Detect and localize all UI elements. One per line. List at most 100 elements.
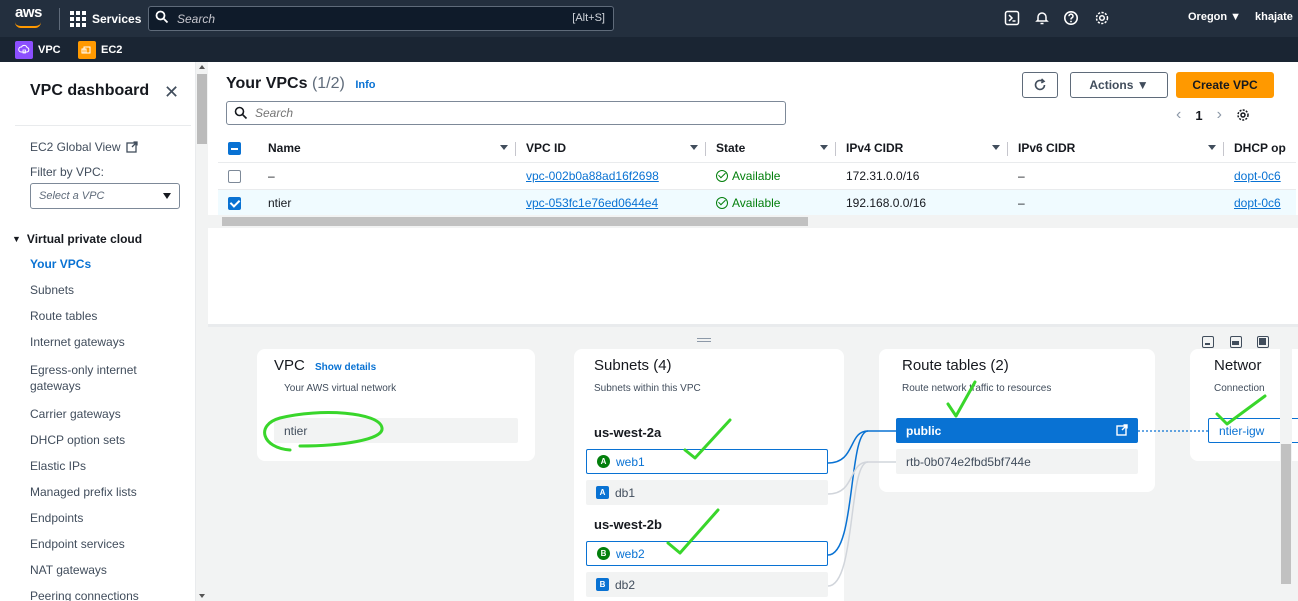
chevron-right-icon[interactable]: › — [1217, 106, 1222, 124]
sidebar-item-carrier-gateways[interactable]: Carrier gateways — [30, 402, 190, 428]
scroll-down-icon[interactable] — [199, 594, 205, 598]
panel-maximize-icon[interactable] — [1257, 336, 1269, 348]
route-tables-column-subtitle: Route network traffic to resources — [902, 383, 1052, 394]
sidebar-item-your-vpcs[interactable]: Your VPCs — [30, 252, 190, 278]
column-header-name[interactable]: Name — [256, 135, 516, 163]
select-all-cell[interactable] — [218, 135, 256, 163]
vpc-column: VPC Show details Your AWS virtual networ… — [257, 349, 535, 461]
vpc-search-input[interactable] — [255, 105, 655, 121]
vpc-search[interactable] — [226, 101, 786, 125]
sidebar-scrollbar[interactable] — [196, 62, 208, 601]
chevron-left-icon[interactable]: ‹ — [1176, 106, 1181, 124]
subnet-node-db2[interactable]: B db2 — [586, 572, 828, 597]
column-header-ipv4-cidr[interactable]: IPv4 CIDR — [836, 135, 1008, 163]
az-b-badge-icon: B — [596, 578, 609, 591]
subnet-node-web2[interactable]: B web2 — [586, 541, 828, 566]
scroll-up-icon[interactable] — [199, 65, 205, 69]
account-menu[interactable]: khajate — [1255, 11, 1293, 23]
cell-name: – — [256, 162, 516, 190]
table-row[interactable]: ntier vpc-053fc1e76ed0644e4 Available 19… — [218, 188, 1296, 217]
sidebar-item-egress-only-internet-gateways[interactable]: Egress-only internet gateways — [30, 356, 150, 402]
dhcp-link[interactable]: dopt-0c6 — [1234, 196, 1281, 210]
sidebar-item-route-tables[interactable]: Route tables — [30, 304, 190, 330]
scroll-thumb[interactable] — [197, 74, 207, 144]
column-label: DHCP op — [1234, 141, 1286, 156]
nav-divider — [59, 8, 60, 30]
row-select-cell[interactable] — [218, 188, 256, 217]
drag-handle-icon[interactable] — [697, 338, 711, 342]
network-column-title: Networ — [1214, 357, 1262, 374]
vpc-title-text: VPC — [274, 357, 305, 374]
sort-icon[interactable] — [690, 145, 698, 150]
close-icon[interactable]: ✕ — [164, 82, 179, 103]
route-table-node-public[interactable]: public — [896, 418, 1138, 443]
subnet-node-web1[interactable]: A web1 — [586, 449, 828, 474]
vpc-node-ntier[interactable]: ntier — [274, 418, 518, 443]
sort-icon[interactable] — [820, 145, 828, 150]
subnets-column: Subnets (4) Subnets within this VPC us-w… — [574, 349, 844, 601]
resource-map-scrollbar[interactable] — [1280, 349, 1292, 601]
bell-icon[interactable] — [1033, 9, 1051, 27]
vpc-service-icon — [15, 41, 33, 59]
section-label: Virtual private cloud — [26, 232, 143, 246]
create-vpc-button[interactable]: Create VPC — [1176, 72, 1274, 98]
favorite-vpc[interactable]: VPC — [15, 41, 61, 59]
favorite-ec2[interactable]: EC2 — [78, 41, 122, 59]
row-checkbox[interactable] — [228, 169, 241, 183]
sidebar-item-nat-gateways[interactable]: NAT gateways — [30, 558, 190, 584]
dhcp-link[interactable]: dopt-0c6 — [1234, 169, 1281, 183]
column-header-state[interactable]: State — [706, 135, 836, 163]
show-details-link[interactable]: Show details — [315, 362, 376, 373]
sidebar-item-endpoint-services[interactable]: Endpoint services — [30, 532, 190, 558]
sidebar-item-endpoints[interactable]: Endpoints — [30, 506, 190, 532]
row-select-cell[interactable] — [218, 162, 256, 190]
info-link[interactable]: Info — [355, 79, 375, 91]
ec2-global-view-link[interactable]: EC2 Global View — [30, 140, 138, 154]
vpc-id-link[interactable]: vpc-002b0a88ad16f2698 — [526, 169, 659, 183]
network-column-subtitle: Connection — [1214, 383, 1265, 394]
sort-icon[interactable] — [992, 145, 1000, 150]
panel-minimize-icon[interactable] — [1202, 336, 1214, 348]
sidebar-title[interactable]: VPC dashboard — [30, 82, 149, 100]
subnet-label: web1 — [616, 454, 645, 469]
global-search[interactable]: [Alt+S] — [148, 6, 614, 31]
sort-icon[interactable] — [500, 145, 508, 150]
table-row[interactable]: – vpc-002b0a88ad16f2698 Available 172.31… — [218, 162, 1296, 190]
column-header-vpc-id[interactable]: VPC ID — [516, 135, 706, 163]
column-header-dhcp[interactable]: DHCP op — [1224, 135, 1296, 163]
vpc-column-title: VPC Show details — [274, 357, 376, 374]
gear-icon[interactable] — [1236, 108, 1250, 122]
sidebar-item-managed-prefix-lists[interactable]: Managed prefix lists — [30, 480, 190, 506]
settings-icon[interactable] — [1093, 9, 1111, 27]
sidebar-item-dhcp-option-sets[interactable]: DHCP option sets — [30, 428, 190, 454]
page-number[interactable]: 1 — [1195, 108, 1202, 123]
scroll-thumb[interactable] — [1281, 444, 1291, 584]
column-header-ipv6-cidr[interactable]: IPv6 CIDR — [1008, 135, 1224, 163]
sidebar-item-peering-connections[interactable]: Peering connections — [30, 584, 190, 601]
scroll-thumb[interactable] — [222, 217, 808, 226]
row-checkbox[interactable] — [228, 196, 241, 210]
favorite-ec2-label: EC2 — [101, 44, 123, 56]
external-link-icon[interactable] — [1116, 424, 1128, 436]
global-search-input[interactable] — [177, 10, 517, 28]
sidebar-item-elastic-ips[interactable]: Elastic IPs — [30, 454, 190, 480]
sidebar-section-virtual-private-cloud[interactable]: ▼ Virtual private cloud — [12, 232, 142, 246]
sidebar-item-subnets[interactable]: Subnets — [30, 278, 190, 304]
actions-button[interactable]: Actions ▼ — [1070, 72, 1168, 98]
table-horizontal-scrollbar[interactable] — [208, 215, 1298, 228]
panel-split-icon[interactable] — [1230, 336, 1242, 348]
help-icon[interactable] — [1062, 9, 1080, 27]
cloudshell-icon[interactable] — [1003, 9, 1021, 27]
aws-logo[interactable]: aws — [15, 4, 42, 21]
refresh-button[interactable] — [1022, 72, 1058, 98]
select-all-checkbox[interactable] — [228, 142, 241, 156]
region-selector[interactable]: Oregon ▼ — [1188, 11, 1241, 23]
column-label: Name — [268, 141, 301, 156]
subnet-node-db1[interactable]: A db1 — [586, 480, 828, 505]
vpc-filter-select[interactable]: Select a VPC — [30, 183, 180, 209]
services-menu-button[interactable]: Services — [70, 9, 141, 29]
sort-icon[interactable] — [1208, 145, 1216, 150]
sidebar-item-internet-gateways[interactable]: Internet gateways — [30, 330, 190, 356]
route-table-node-rtb[interactable]: rtb-0b074e2fbd5bf744e — [896, 449, 1138, 474]
vpc-id-link[interactable]: vpc-053fc1e76ed0644e4 — [526, 196, 658, 210]
